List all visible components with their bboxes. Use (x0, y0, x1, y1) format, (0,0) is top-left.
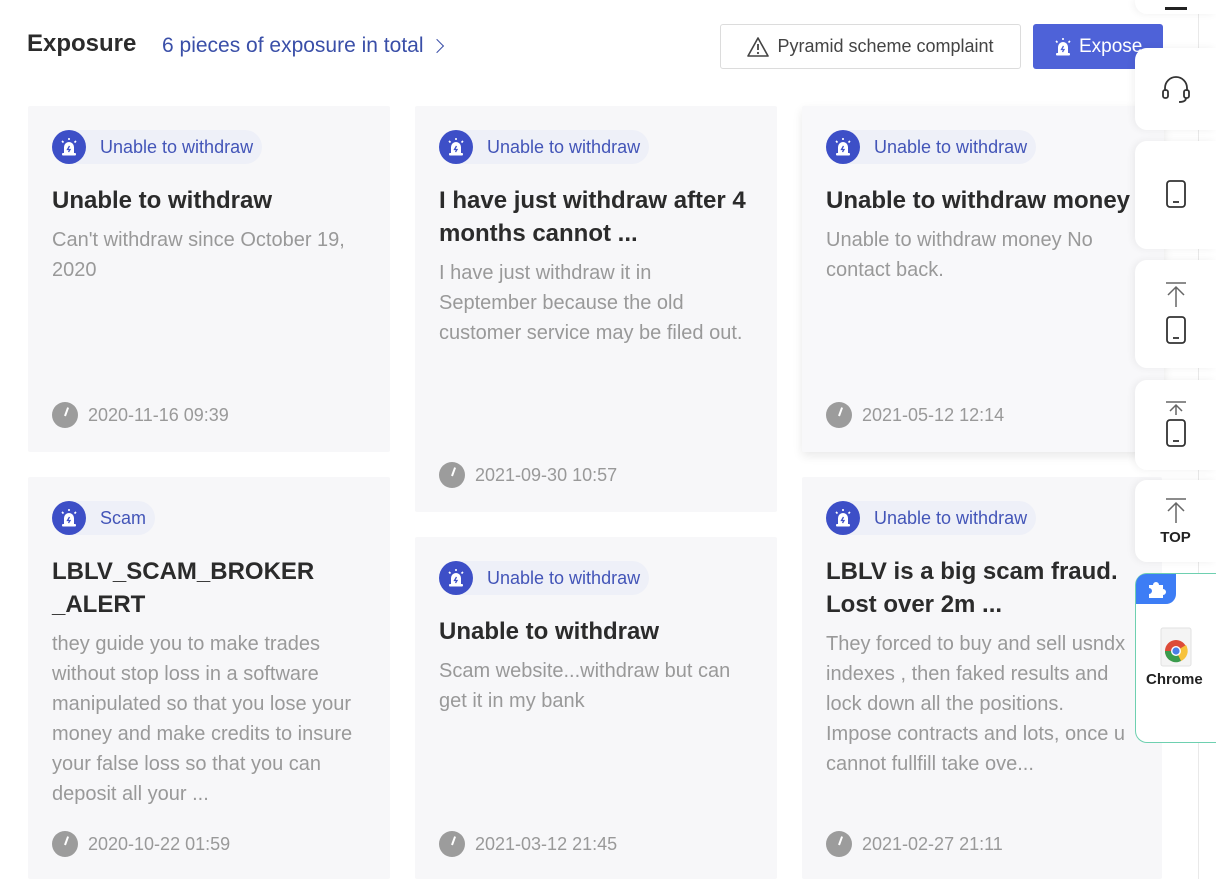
chrome-icon (1160, 627, 1192, 667)
alarm-icon (52, 501, 86, 535)
category-tag-label: Unable to withdraw (874, 136, 1028, 157)
clock-icon (439, 831, 465, 857)
back-to-top-button[interactable]: TOP (1135, 480, 1216, 562)
chrome-label: Chrome (1146, 671, 1203, 688)
category-tag-label: Unable to withdraw (874, 507, 1028, 528)
top-label: TOP (1160, 528, 1191, 546)
menu-icon (1164, 6, 1187, 10)
phone-icon (1165, 316, 1186, 344)
exposure-card[interactable]: Unable to withdraw Unable to withdraw mo… (802, 106, 1164, 452)
exposure-card[interactable]: Unable to withdraw Unable to withdraw Ca… (28, 106, 390, 452)
exposure-card[interactable]: Scam LBLV_SCAM_BROKER _ALERT they guide … (28, 477, 390, 879)
category-tag: Unable to withdraw (826, 501, 1037, 535)
clock-icon (439, 462, 465, 488)
alarm-icon (826, 501, 860, 535)
arrow-up-icon (1165, 497, 1186, 523)
pyramid-complaint-button[interactable]: Pyramid scheme complaint (720, 24, 1021, 69)
card-timestamp: 2021-05-12 12:14 (826, 402, 1004, 428)
card-timestamp: 2020-11-16 09:39 (52, 402, 229, 428)
alarm-icon (52, 130, 86, 164)
category-tag-label: Scam (100, 507, 147, 528)
timestamp-text: 2021-02-27 21:11 (862, 833, 1003, 854)
total-exposure-label: 6 pieces of exposure in total (162, 34, 424, 57)
card-body: Unable to withdraw money No contact back… (826, 229, 1093, 281)
clock-icon (826, 402, 852, 428)
phone-icon (1165, 180, 1186, 208)
alarm-icon (826, 130, 860, 164)
clock-icon (52, 402, 78, 428)
warning-icon (747, 36, 770, 57)
category-tag: Unable to withdraw (439, 130, 650, 164)
category-tag-label: Unable to withdraw (487, 136, 641, 157)
timestamp-text: 2021-09-30 10:57 (475, 464, 618, 485)
card-title: LBLV_SCAM_BROKER _ALERT (52, 558, 315, 618)
exposure-card[interactable]: Unable to withdraw Unable to withdraw Sc… (415, 537, 777, 879)
exposure-card[interactable]: Unable to withdraw LBLV is a big scam fr… (802, 477, 1162, 879)
clock-icon (52, 831, 78, 857)
alarm-icon (439, 561, 473, 595)
card-timestamp: 2021-03-12 21:45 (439, 831, 617, 857)
card-title: Unable to withdraw (52, 187, 273, 214)
puzzle-icon (1136, 574, 1176, 604)
card-timestamp: 2021-09-30 10:57 (439, 462, 617, 488)
headset-icon (1161, 76, 1190, 103)
arrow-up-icon (1165, 401, 1186, 415)
floating-sidebar: TOP Chrome (1135, 0, 1216, 879)
card-title: I have just withdraw after 4 months cann… (439, 187, 746, 247)
category-tag: Scam (52, 501, 156, 535)
mobile-app-button-alt[interactable] (1135, 380, 1216, 470)
category-tag: Unable to withdraw (826, 130, 1037, 164)
alarm-icon (1055, 37, 1071, 55)
card-title: Unable to withdraw (439, 618, 660, 645)
page-title: Exposure (27, 30, 137, 57)
phone-icon (1165, 419, 1186, 447)
timestamp-text: 2020-11-16 09:39 (88, 404, 229, 425)
pyramid-complaint-label: Pyramid scheme complaint (777, 36, 994, 56)
card-title: Unable to withdraw money (826, 187, 1131, 214)
category-tag: Unable to withdraw (52, 130, 263, 164)
chevron-right-icon (429, 38, 444, 54)
exposure-header: Exposure 6 pieces of exposure in total P… (0, 0, 1216, 95)
category-tag: Unable to withdraw (439, 561, 650, 595)
card-body: Scam website...withdraw but can get it i… (439, 660, 731, 712)
clock-icon (826, 831, 852, 857)
card-body: Can't withdraw since October 19, 2020 (52, 229, 345, 281)
card-timestamp: 2021-02-27 21:11 (826, 831, 1003, 857)
timestamp-text: 2020-10-22 01:59 (88, 833, 231, 854)
timestamp-text: 2021-03-12 21:45 (475, 833, 618, 854)
card-body: They forced to buy and sell usndx indexe… (826, 633, 1126, 775)
total-exposure-link[interactable]: 6 pieces of exposure in total (162, 34, 444, 58)
sidebar-menu-item[interactable] (1135, 0, 1216, 14)
arrow-up-icon (1165, 282, 1186, 307)
mobile-app-button[interactable] (1135, 141, 1216, 249)
timestamp-text: 2021-05-12 12:14 (862, 404, 1005, 425)
category-tag-label: Unable to withdraw (100, 136, 254, 157)
card-body: they guide you to make trades without st… (52, 633, 353, 805)
customer-service-button[interactable] (1135, 48, 1216, 130)
alarm-icon (439, 130, 473, 164)
card-body: I have just withdraw it in September bec… (439, 262, 743, 344)
scroll-top-button[interactable] (1135, 260, 1216, 368)
chrome-extension-panel[interactable]: Chrome (1135, 573, 1216, 743)
card-title: LBLV is a big scam fraud. Lost over 2m .… (826, 558, 1118, 618)
expose-label: Expose (1079, 35, 1143, 57)
card-timestamp: 2020-10-22 01:59 (52, 831, 230, 857)
exposure-card[interactable]: Unable to withdraw I have just withdraw … (415, 106, 777, 512)
category-tag-label: Unable to withdraw (487, 567, 641, 588)
